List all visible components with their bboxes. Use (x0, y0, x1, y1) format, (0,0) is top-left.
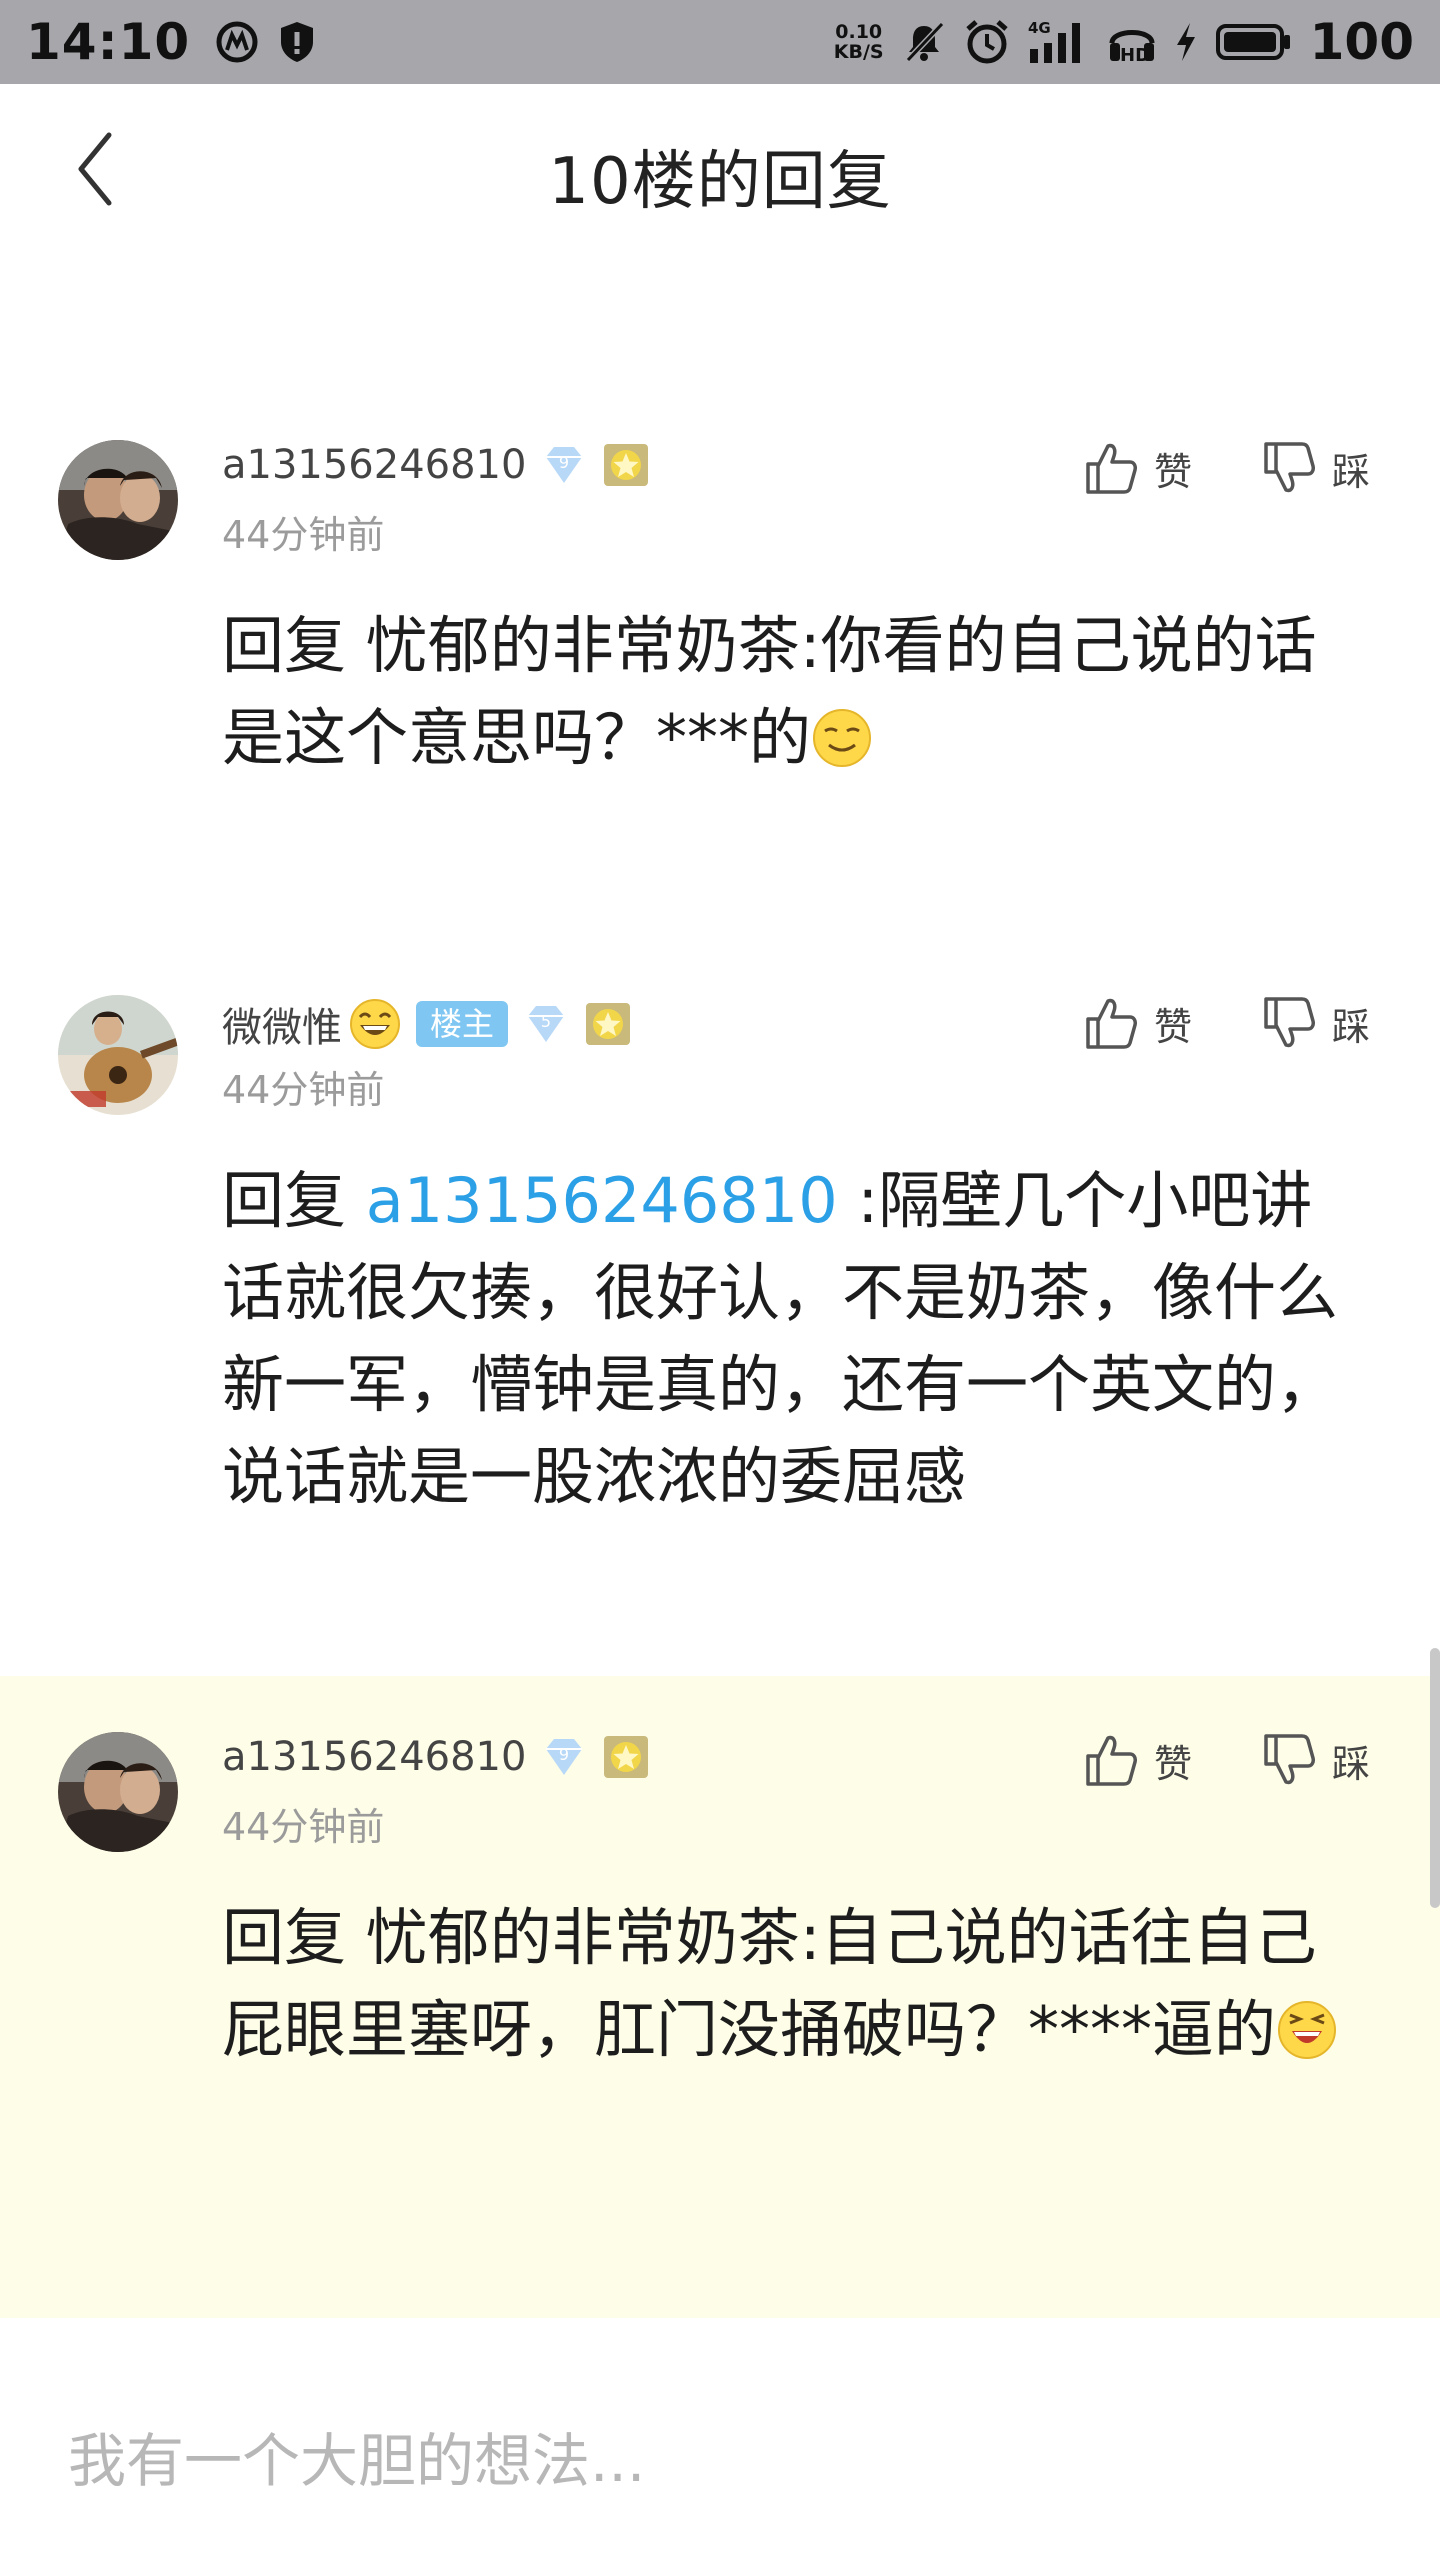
reply-bar (0, 2318, 1440, 2560)
svg-text:9: 9 (559, 453, 569, 472)
timestamp: 44分钟前 (222, 1805, 385, 1849)
mute-icon (902, 20, 946, 64)
reply-to-user-link[interactable]: a13156246810 (366, 1164, 838, 1237)
username[interactable]: a13156246810 (222, 442, 526, 488)
reply-to-user[interactable]: 忧郁的非常奶茶 (366, 609, 800, 682)
dislike-label: 踩 (1332, 449, 1371, 494)
avatar[interactable] (58, 1732, 178, 1852)
signal-icon: 4G (1028, 19, 1090, 65)
username[interactable]: a13156246810 (222, 1734, 526, 1780)
member-medal-icon (602, 442, 650, 488)
charging-icon (1174, 21, 1198, 63)
member-medal-icon (602, 1734, 650, 1780)
dislike-button[interactable]: 踩 (1262, 1732, 1370, 1788)
level-diamond-icon: 9 (540, 1735, 588, 1779)
reply-item: 微微惟 楼主 5 44分钟前 赞 踩 回复 a13156246810 :隔壁几个… (0, 955, 1440, 1675)
battery-level: 100 (1309, 13, 1414, 71)
like-button[interactable]: 赞 (1084, 995, 1192, 1051)
svg-text:HD: HD (1120, 45, 1150, 65)
dislike-button[interactable]: 踩 (1262, 995, 1370, 1051)
username[interactable]: 微微惟 (222, 995, 342, 1053)
reply-item-highlighted: a13156246810 9 44分钟前 赞 踩 回复 忧郁的非常奶茶:自己说的… (0, 1676, 1440, 2318)
thread-owner-tag: 楼主 (416, 1001, 509, 1047)
network-speed: 0.10 KB/S (833, 21, 884, 63)
like-label: 赞 (1154, 449, 1193, 494)
reply-input[interactable] (66, 2420, 1270, 2502)
avatar[interactable] (58, 995, 178, 1115)
reply-item: a13156246810 9 44分钟前 赞 踩 回复 忧郁的非常奶茶:你看的自… (0, 400, 1440, 880)
thumbs-down-icon (1264, 442, 1315, 493)
reply-content: 回复 a13156246810 :隔壁几个小吧讲话就很欠揍，很好认，不是奶茶，像… (222, 1155, 1372, 1523)
mail-app-icon (216, 21, 258, 63)
member-medal-icon (584, 1001, 632, 1047)
grin-emoji-icon (348, 997, 402, 1051)
svg-text:5: 5 (541, 1012, 551, 1031)
timestamp: 44分钟前 (222, 1068, 385, 1112)
dislike-label: 踩 (1332, 1741, 1371, 1786)
like-button[interactable]: 赞 (1084, 440, 1192, 496)
reply-prefix: 回复 (222, 1164, 347, 1237)
thumbs-up-icon (1086, 1735, 1137, 1786)
like-label: 赞 (1154, 1004, 1193, 1049)
reply-prefix: 回复 (222, 609, 347, 682)
reply-content: 回复 忧郁的非常奶茶:自己说的话往自己屁眼里塞呀，肛门没捅破吗？****逼的 (222, 1892, 1372, 2086)
thumbs-down-icon (1264, 1734, 1315, 1785)
hd-voice-icon: HD (1108, 19, 1156, 65)
svg-text:9: 9 (559, 1745, 569, 1764)
page-title: 10楼的回复 (548, 145, 892, 219)
reply-to-user[interactable]: 忧郁的非常奶茶 (366, 1901, 800, 1974)
avatar[interactable] (58, 440, 178, 560)
thumbs-up-icon (1086, 443, 1137, 494)
level-diamond-icon: 5 (522, 1002, 570, 1046)
svg-text:4G: 4G (1028, 19, 1051, 37)
level-diamond-icon: 9 (540, 443, 588, 487)
laughing-face-emoji-icon (1276, 1994, 1338, 2086)
header: 10楼的回复 (0, 84, 1440, 254)
reply-prefix: 回复 (222, 1901, 347, 1974)
battery-icon (1215, 22, 1292, 62)
status-time: 14:10 (26, 13, 191, 71)
shield-icon (278, 20, 316, 64)
dislike-label: 踩 (1332, 1004, 1371, 1049)
reply-content: 回复 忧郁的非常奶茶:你看的自己说的话是这个意思吗？***的 (222, 600, 1372, 794)
thumbs-down-icon (1264, 997, 1315, 1048)
dislike-button[interactable]: 踩 (1262, 440, 1370, 496)
like-label: 赞 (1154, 1741, 1193, 1786)
alarm-icon (964, 19, 1010, 65)
status-bar: 14:10 0.10 KB/S 4G HD 100 (0, 0, 1440, 84)
timestamp: 44分钟前 (222, 513, 385, 557)
scrollbar[interactable] (1430, 1648, 1440, 1908)
thumbs-up-icon (1086, 998, 1137, 1049)
like-button[interactable]: 赞 (1084, 1732, 1192, 1788)
smug-face-emoji-icon (811, 702, 873, 794)
